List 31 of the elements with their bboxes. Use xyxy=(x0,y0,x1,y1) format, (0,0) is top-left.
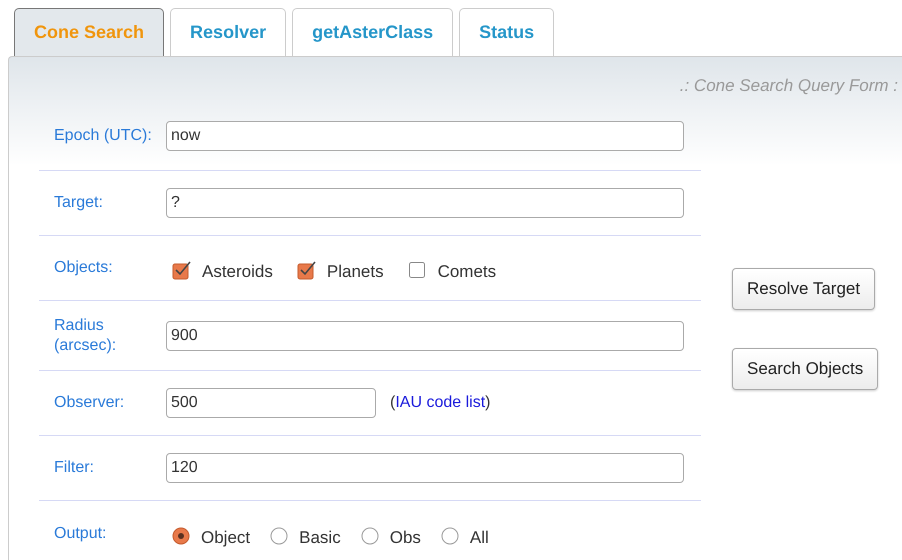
radio[interactable] xyxy=(270,526,288,544)
action-button[interactable]: Search Objects xyxy=(732,348,878,390)
radio[interactable] xyxy=(440,526,459,544)
checkbox-checked[interactable] xyxy=(296,260,317,280)
form-title: .: Cone Search Query Form : xyxy=(680,75,898,97)
checkbox-checked[interactable] xyxy=(172,260,192,280)
checkbox-label: Asteroids xyxy=(202,261,273,284)
checkbox-label: Comets xyxy=(438,261,496,284)
radio[interactable] xyxy=(360,526,379,544)
input-field[interactable]: 120 xyxy=(166,453,684,483)
iau-code-list-link[interactable]: IAU code list xyxy=(395,394,486,411)
input-field[interactable]: 500 xyxy=(166,388,376,418)
radio-label: All xyxy=(470,526,489,549)
input-field[interactable]: ? xyxy=(166,188,684,218)
field-label: Target: xyxy=(53,193,104,213)
radio-label: Basic xyxy=(299,526,341,549)
radio-label: Object xyxy=(201,526,250,549)
checkbox-label: Planets xyxy=(326,261,384,284)
radio-selected[interactable] xyxy=(172,526,190,544)
observer-code-note: (IAU code list) xyxy=(390,393,490,413)
field-label: Filter: xyxy=(53,458,95,478)
field-label: Radius (arcsec): xyxy=(53,316,118,356)
field-label: Objects: xyxy=(53,258,114,278)
action-button[interactable]: Resolve Target xyxy=(732,268,876,310)
field-label: Output: xyxy=(53,524,108,544)
checkbox[interactable] xyxy=(408,260,428,280)
input-field[interactable]: now xyxy=(166,120,684,150)
field-label: Epoch (UTC): xyxy=(53,126,153,146)
input-field[interactable]: 900 xyxy=(166,320,684,350)
field-label: Observer: xyxy=(53,393,126,413)
radio-label: Obs xyxy=(390,526,421,549)
